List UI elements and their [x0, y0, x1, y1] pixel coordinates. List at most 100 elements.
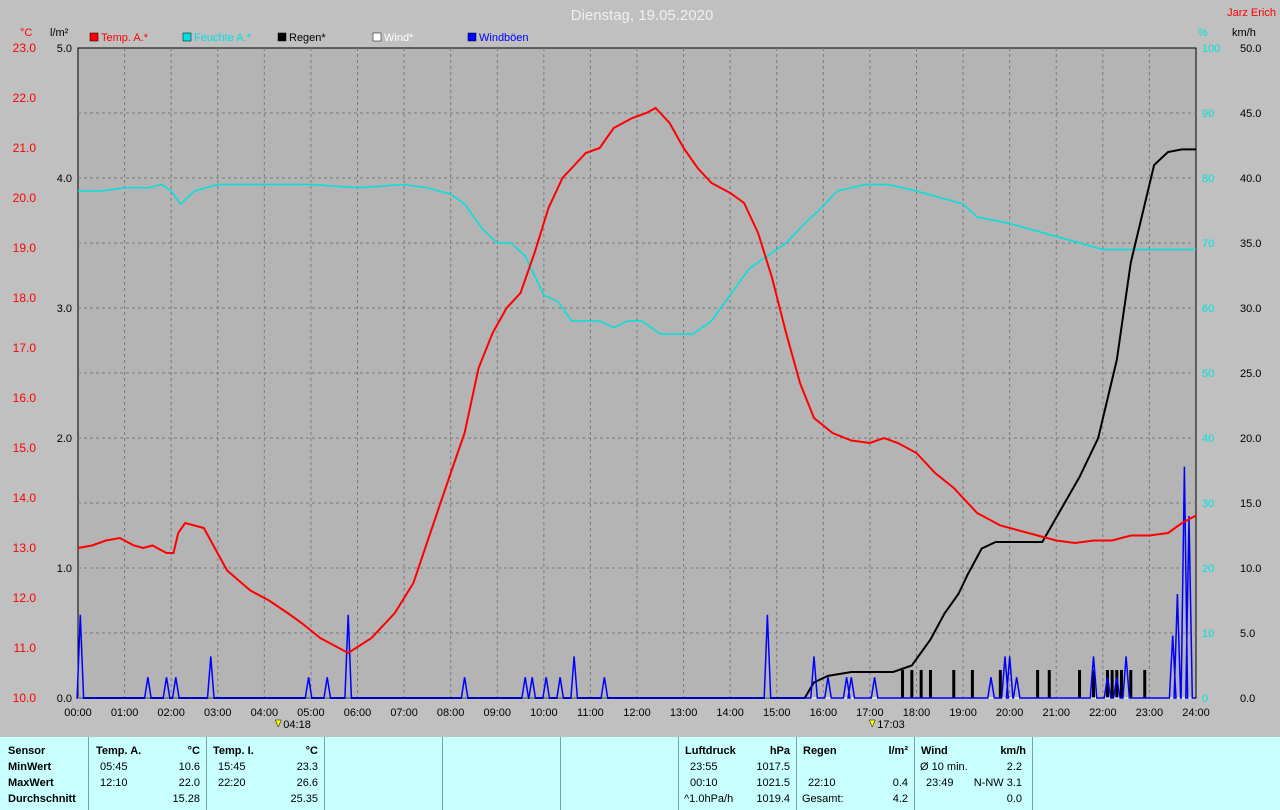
author-label: Jarz Erich: [1227, 7, 1276, 19]
rain-total-label: Gesamt:: [802, 793, 844, 805]
humidity-axis-unit: %: [1198, 27, 1208, 39]
legend-swatch: [467, 32, 477, 42]
time-axis-tick: 07:00: [390, 707, 418, 719]
wind-unit: km/h: [1000, 745, 1026, 757]
legend-item: Wind*: [372, 32, 414, 44]
legend-item: Temp. A.*: [89, 32, 149, 44]
row-label-max: MaxWert: [8, 777, 54, 789]
humidity-axis-tick: 30: [1202, 498, 1214, 510]
rain-max-time: 22:10: [808, 777, 836, 789]
rain-event-bar: [1078, 670, 1082, 698]
time-axis-tick: 23:00: [1136, 707, 1164, 719]
humidity-axis-tick: 40: [1202, 433, 1214, 445]
legend-item: Feuchte A.*: [182, 32, 252, 44]
temp-axis-tick: 11.0: [14, 641, 37, 655]
wind-axis-tick: 45.0: [1240, 108, 1261, 120]
humidity-axis-tick: 70: [1202, 238, 1214, 250]
weather-chart: 10.0 11.0 12.0 13.0 14.0 15.0 16.0 17.0 18.0 19.0…: [13, 7, 1276, 731]
rain-event-bar: [910, 670, 914, 698]
legend-label: Regen*: [289, 32, 326, 44]
legend-swatch: [89, 32, 99, 42]
time-axis-tick: 00:00: [64, 707, 92, 719]
pressure-min-value: 1017.5: [756, 761, 790, 773]
temp-i-max-value: 26.6: [296, 777, 318, 789]
temp-axis-tick: 18.0: [13, 291, 37, 305]
separator: [678, 737, 679, 810]
temp-a-min-time: 05:45: [100, 761, 128, 773]
time-axis-tick: 12:00: [623, 707, 651, 719]
wind-axis-tick: 0.0: [1240, 693, 1255, 705]
wind-axis-tick: 10.0: [1240, 563, 1261, 575]
time-axis-tick: 18:00: [903, 707, 931, 719]
wind-axis-tick: 40.0: [1240, 173, 1261, 185]
time-axis-tick: 05:00: [297, 707, 325, 719]
wind-axis-tick: 50.0: [1240, 43, 1261, 55]
rain-axis-tick: 1.0: [57, 563, 72, 575]
temp-i-max-time: 22:20: [218, 777, 246, 789]
wind-max-time: 23:49: [926, 777, 954, 789]
temp-axis-tick: 22.0: [13, 91, 37, 105]
humidity-axis-tick: 80: [1202, 173, 1214, 185]
separator: [796, 737, 797, 810]
temp-a-max-time: 12:10: [100, 777, 128, 789]
rain-axis-tick: 3.0: [57, 303, 72, 315]
time-axis-tick: 20:00: [996, 707, 1024, 719]
pressure-trend-value: 1019.4: [756, 793, 790, 805]
wind-avg-label: Ø 10 min.: [920, 761, 968, 773]
temp-a-max-value: 22.0: [178, 777, 200, 789]
humidity-axis-tick: 20: [1202, 563, 1214, 575]
temp-a-min-value: 10.6: [178, 761, 200, 773]
wind-max-dir: N-NW 3.1: [973, 777, 1022, 789]
temp-a-avg: 15.28: [172, 793, 200, 805]
time-axis-tick: 21:00: [1042, 707, 1070, 719]
time-axis-tick: 03:00: [204, 707, 232, 719]
wind-avg-day: 0.0: [1006, 793, 1022, 805]
legend-swatch: [372, 32, 382, 42]
rain-event-bar: [970, 670, 974, 698]
time-axis-tick: 10:00: [530, 707, 558, 719]
statistics-panel: Sensor MinWert MaxWert Durchschnitt Temp…: [0, 737, 1280, 810]
pressure-min-time: 23:55: [690, 761, 718, 773]
rain-total-value: 4.2: [892, 793, 908, 805]
wind-axis-tick: 15.0: [1240, 498, 1261, 510]
temp-axis-tick: 19.0: [13, 241, 37, 255]
humidity-axis-tick: 10: [1202, 628, 1214, 640]
humidity-axis-tick: 100: [1202, 43, 1220, 55]
time-axis-tick: 09:00: [483, 707, 511, 719]
time-axis-tick: 17:00: [856, 707, 884, 719]
sunset-icon: [868, 719, 876, 728]
rain-event-bar: [952, 670, 956, 698]
rain-event-bar: [901, 670, 905, 698]
wind-header: Wind: [921, 745, 948, 757]
legend-item: Regen*: [277, 32, 326, 44]
sunset-time: 17:03: [877, 719, 905, 731]
temp-axis-tick: 14.0: [13, 491, 37, 505]
legend-label: Temp. A.*: [101, 32, 149, 44]
wind-axis-tick: 25.0: [1240, 368, 1261, 380]
time-axis-tick: 13:00: [670, 707, 698, 719]
rain-axis-tick: 2.0: [57, 433, 72, 445]
legend-item: Windböen: [467, 32, 529, 44]
temp-axis-tick: 20.0: [13, 191, 37, 205]
temp-axis-tick: 23.0: [13, 41, 37, 55]
legend-label: Windböen: [479, 32, 529, 44]
humidity-axis-tick: 0: [1202, 693, 1208, 705]
row-label-avg: Durchschnitt: [8, 793, 76, 805]
temp-axis-tick: 13.0: [13, 541, 37, 555]
temp-axis-tick: 16.0: [13, 391, 37, 405]
time-axis-tick: 22:00: [1089, 707, 1117, 719]
rain-axis-tick: 4.0: [57, 173, 72, 185]
legend: Temp. A.* Feuchte A.* Regen* Wind* Windböen: [89, 32, 529, 44]
temp-axis-unit: °C: [20, 27, 32, 39]
rain-max-value: 0.4: [892, 777, 908, 789]
separator: [914, 737, 915, 810]
separator: [1032, 737, 1033, 810]
humidity-axis-tick: 90: [1202, 108, 1214, 120]
separator: [206, 737, 207, 810]
sunrise-icon: [274, 719, 282, 728]
time-axis-tick: 11:00: [577, 707, 604, 719]
time-axis-tick: 02:00: [157, 707, 185, 719]
wind-axis-tick: 35.0: [1240, 238, 1261, 250]
rain-event-bar: [919, 670, 923, 698]
row-label-min: MinWert: [8, 761, 52, 773]
